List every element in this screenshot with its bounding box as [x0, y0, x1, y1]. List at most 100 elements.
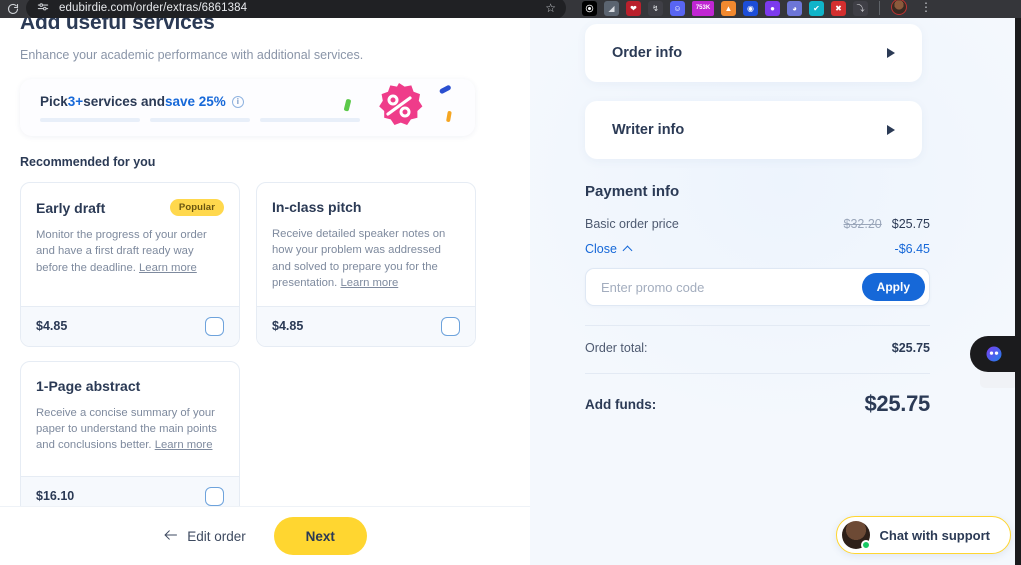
order-summary-panel: Order info Writer info Payment info Basi… [530, 18, 1021, 565]
edit-order-button[interactable]: Edit order [163, 529, 246, 544]
basic-order-price-label: Basic order price [585, 217, 679, 231]
promo-banner: Pick 3+ services and save 25% i [20, 79, 475, 136]
service-description: Receive a concise summary of your paper … [36, 405, 224, 454]
extension-icon-6[interactable]: 753K [692, 0, 714, 16]
order-action-bar: Edit order Next [0, 506, 530, 565]
service-card-header: In-class pitch [272, 199, 460, 215]
basic-order-price-new: $25.75 [891, 217, 930, 231]
add-funds-value: $25.75 [864, 391, 931, 416]
learn-more-link[interactable]: Learn more [155, 439, 213, 451]
info-icon[interactable]: i [231, 95, 244, 108]
popular-badge: Popular [169, 199, 224, 216]
services-scroll-area[interactable]: Add useful services Enhance your academi… [0, 18, 530, 506]
service-card-early-draft[interactable]: Early draft Popular Monitor the progress… [20, 182, 240, 347]
site-settings-icon[interactable] [36, 1, 50, 15]
service-description: Monitor the progress of your order and h… [36, 227, 224, 276]
promo-step-1 [40, 118, 140, 122]
service-card-body: 1-Page abstract Receive a concise summar… [21, 362, 239, 476]
promo-step-2 [150, 118, 250, 122]
service-card-in-class-pitch[interactable]: In-class pitch Receive detailed speaker … [256, 182, 476, 347]
service-card-footer: $16.10 [21, 475, 239, 506]
discount-percent-badge-icon [344, 83, 452, 125]
close-promo-toggle[interactable]: Close [585, 242, 633, 256]
close-promo-label: Close [585, 242, 617, 256]
order-total-row: Order total: $25.75 [585, 326, 930, 355]
service-title: In-class pitch [272, 199, 362, 215]
promo-code-input[interactable] [601, 279, 862, 295]
service-card-footer: $4.85 [257, 305, 475, 346]
extension-icon-12[interactable]: ✖ [831, 0, 846, 16]
promo-count: 3+ [67, 94, 84, 109]
edit-order-label: Edit order [187, 528, 246, 544]
triangle-right-icon [887, 125, 895, 135]
learn-more-link[interactable]: Learn more [139, 262, 197, 274]
extensions-toolbar: ◢ ❤ ↯ ☺ 753K ▲ ◉ ● ◕ ✔ ✖ ⤵ ⋮ [582, 0, 932, 16]
address-bar[interactable]: edubirdie.com/order/extras/6861384 ☆ [26, 0, 566, 19]
extension-icon-8[interactable]: ◉ [743, 0, 758, 16]
url-text: edubirdie.com/order/extras/6861384 [59, 1, 248, 14]
arrow-left-icon [163, 529, 178, 544]
next-button[interactable]: Next [273, 517, 367, 555]
promo-middle: services and [83, 94, 165, 109]
extension-icon-9[interactable]: ● [765, 0, 780, 16]
payment-info-title: Payment info [585, 183, 680, 200]
basic-order-price-row: Basic order price $32.20 $25.75 [585, 217, 930, 231]
learn-more-link[interactable]: Learn more [340, 277, 398, 289]
page-title: Add useful services [20, 18, 215, 34]
promo-prefix: Pick [40, 94, 68, 109]
extension-icon-3[interactable]: ❤ [626, 0, 641, 16]
service-checkbox[interactable] [441, 316, 460, 336]
extension-icon-11[interactable]: ✔ [809, 0, 824, 16]
recommended-heading: Recommended for you [20, 155, 156, 169]
apply-promo-button[interactable]: Apply [861, 273, 925, 301]
extension-icon-13[interactable]: ⤵ [853, 0, 868, 16]
service-card-header: 1-Page abstract [36, 378, 224, 394]
extension-icon-2[interactable]: ◢ [604, 0, 619, 16]
service-checkbox[interactable] [205, 486, 224, 506]
chat-with-support-label: Chat with support [879, 527, 991, 543]
services-grid: Early draft Popular Monitor the progress… [20, 182, 530, 506]
service-price: $16.10 [36, 489, 75, 504]
browser-sidebar-edge [1015, 18, 1021, 565]
promo-progress-steps [40, 118, 360, 122]
service-price: $4.85 [36, 319, 68, 333]
service-title: 1-Page abstract [36, 377, 141, 394]
page-subtitle: Enhance your academic performance with a… [20, 48, 364, 62]
extension-icon-4[interactable]: ↯ [648, 0, 663, 16]
extension-icon-10[interactable]: ◕ [787, 0, 802, 16]
service-title: Early draft [36, 199, 106, 216]
accordion-writer-info-label: Writer info [612, 122, 685, 138]
accordion-writer-info[interactable]: Writer info [585, 101, 922, 159]
promo-save: save 25% [165, 94, 226, 109]
service-card-one-page-abstract[interactable]: 1-Page abstract Receive a concise summar… [20, 360, 240, 506]
support-agent-avatar [841, 521, 871, 550]
service-description: Receive detailed speaker notes on how yo… [272, 226, 460, 292]
promo-banner-text: Pick 3+ services and save 25% i [40, 94, 244, 109]
discount-row: Close -$6.45 [585, 242, 930, 256]
extension-icon-7[interactable]: ▲ [721, 0, 736, 16]
services-column: Add useful services Enhance your academi… [0, 18, 530, 565]
chat-bubble-face-icon[interactable] [970, 336, 1018, 372]
three-dot-menu-icon[interactable]: ⋮ [920, 0, 932, 14]
chevron-up-icon [622, 245, 633, 256]
basic-order-price-old: $32.20 [843, 217, 882, 231]
accordion-order-info-label: Order info [612, 45, 683, 61]
basic-order-price-values: $32.20 $25.75 [844, 217, 930, 231]
service-card-header: Early draft Popular [36, 199, 224, 216]
service-card-body: Early draft Popular Monitor the progress… [21, 183, 239, 306]
profile-avatar[interactable] [891, 0, 907, 15]
order-total-label: Order total: [585, 341, 648, 355]
service-checkbox[interactable] [205, 316, 224, 336]
chat-with-support-button[interactable]: Chat with support [835, 516, 1011, 554]
accordion-order-info[interactable]: Order info [585, 24, 922, 82]
browser-chrome: edubirdie.com/order/extras/6861384 ☆ ◢ ❤… [0, 0, 1021, 19]
bookmark-star-icon[interactable]: ☆ [545, 1, 556, 15]
add-funds-row: Add funds: $25.75 [585, 374, 930, 417]
service-card-footer: $4.85 [21, 305, 239, 346]
extension-icon-5[interactable]: ☺ [670, 0, 685, 16]
promo-code-field[interactable]: Apply [585, 268, 930, 306]
reload-icon[interactable] [4, 3, 22, 15]
add-funds-label: Add funds: [585, 396, 657, 412]
service-price: $4.85 [272, 319, 304, 333]
extension-icon-1[interactable] [582, 0, 597, 16]
